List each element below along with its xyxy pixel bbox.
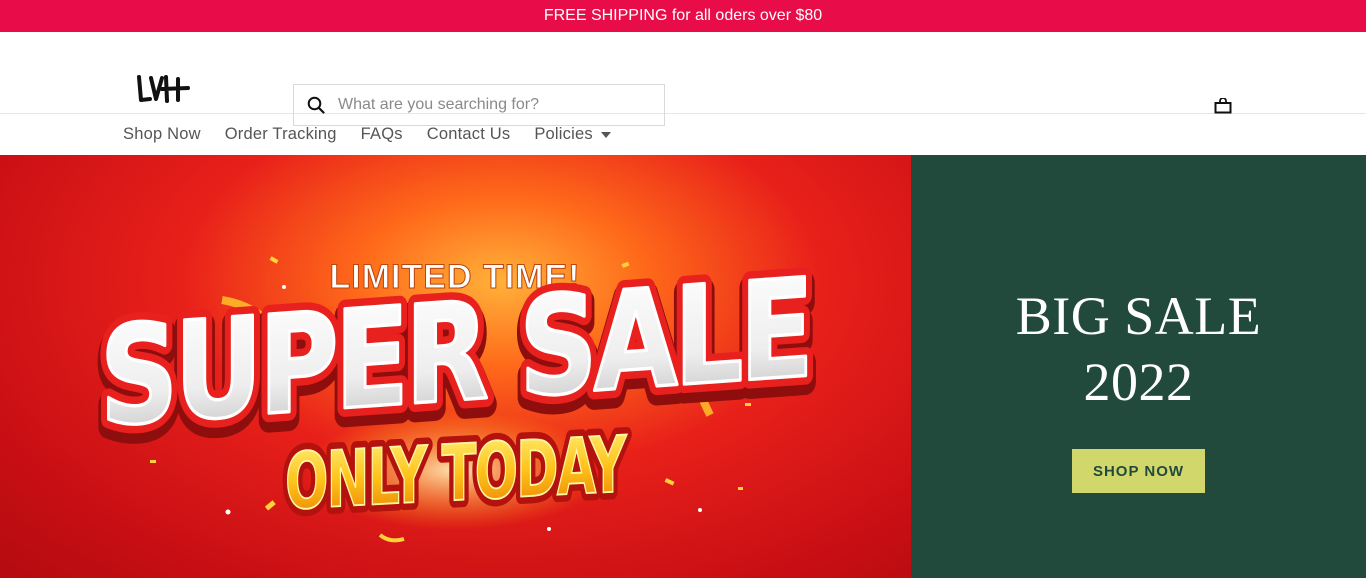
site-logo[interactable] [136,75,190,103]
nav-item-label: Contact Us [426,125,511,143]
big-sale-title: BIG SALE 2022 [1016,283,1262,415]
announcement-text: FREE SHIPPING for all oders over $80 [543,7,823,24]
nav-item-contact-us[interactable]: Contact Us [427,125,511,144]
nav-item-label: Policies [534,125,593,143]
nav-item-label: FAQs [360,125,403,143]
nav-item-label: Order Tracking [224,125,337,143]
chevron-down-icon [600,131,611,138]
big-sale-panel: BIG SALE 2022 SHOP NOW [911,155,1366,578]
search-box [293,84,665,126]
bag-icon[interactable] [1212,96,1234,116]
site-header [0,32,1366,126]
banner-artwork: LIMITED TIME! SUPER SALE SUPER SALE SUPE… [89,242,821,543]
announcement-bar: FREE SHIPPING for all oders over $80 [0,0,1366,32]
banner-line-only-today: ONLY TODAY [285,420,627,528]
big-sale-title-line2: 2022 [1083,352,1194,412]
super-sale-banner[interactable]: LIMITED TIME! SUPER SALE SUPER SALE SUPE… [0,155,911,578]
search-icon[interactable] [294,85,338,125]
nav-item-shop-now[interactable]: Shop Now [123,125,201,144]
nav-item-order-tracking[interactable]: Order Tracking [225,125,337,144]
main-nav: Shop Now Order Tracking FAQs Contact Us … [0,114,1366,155]
search-input[interactable] [338,96,638,114]
nav-item-faqs[interactable]: FAQs [361,125,403,144]
shop-now-label: SHOP NOW [1092,462,1185,480]
hero-section: LIMITED TIME! SUPER SALE SUPER SALE SUPE… [0,155,1366,578]
nav-item-label: Shop Now [123,125,201,143]
logo-mark [137,75,190,103]
big-sale-title-line1: BIG SALE [1015,286,1262,346]
shop-now-button[interactable]: SHOP NOW [1072,449,1205,493]
banner-line-super-sale: SUPER SALE [100,251,810,458]
nav-item-policies[interactable]: Policies [534,125,611,144]
